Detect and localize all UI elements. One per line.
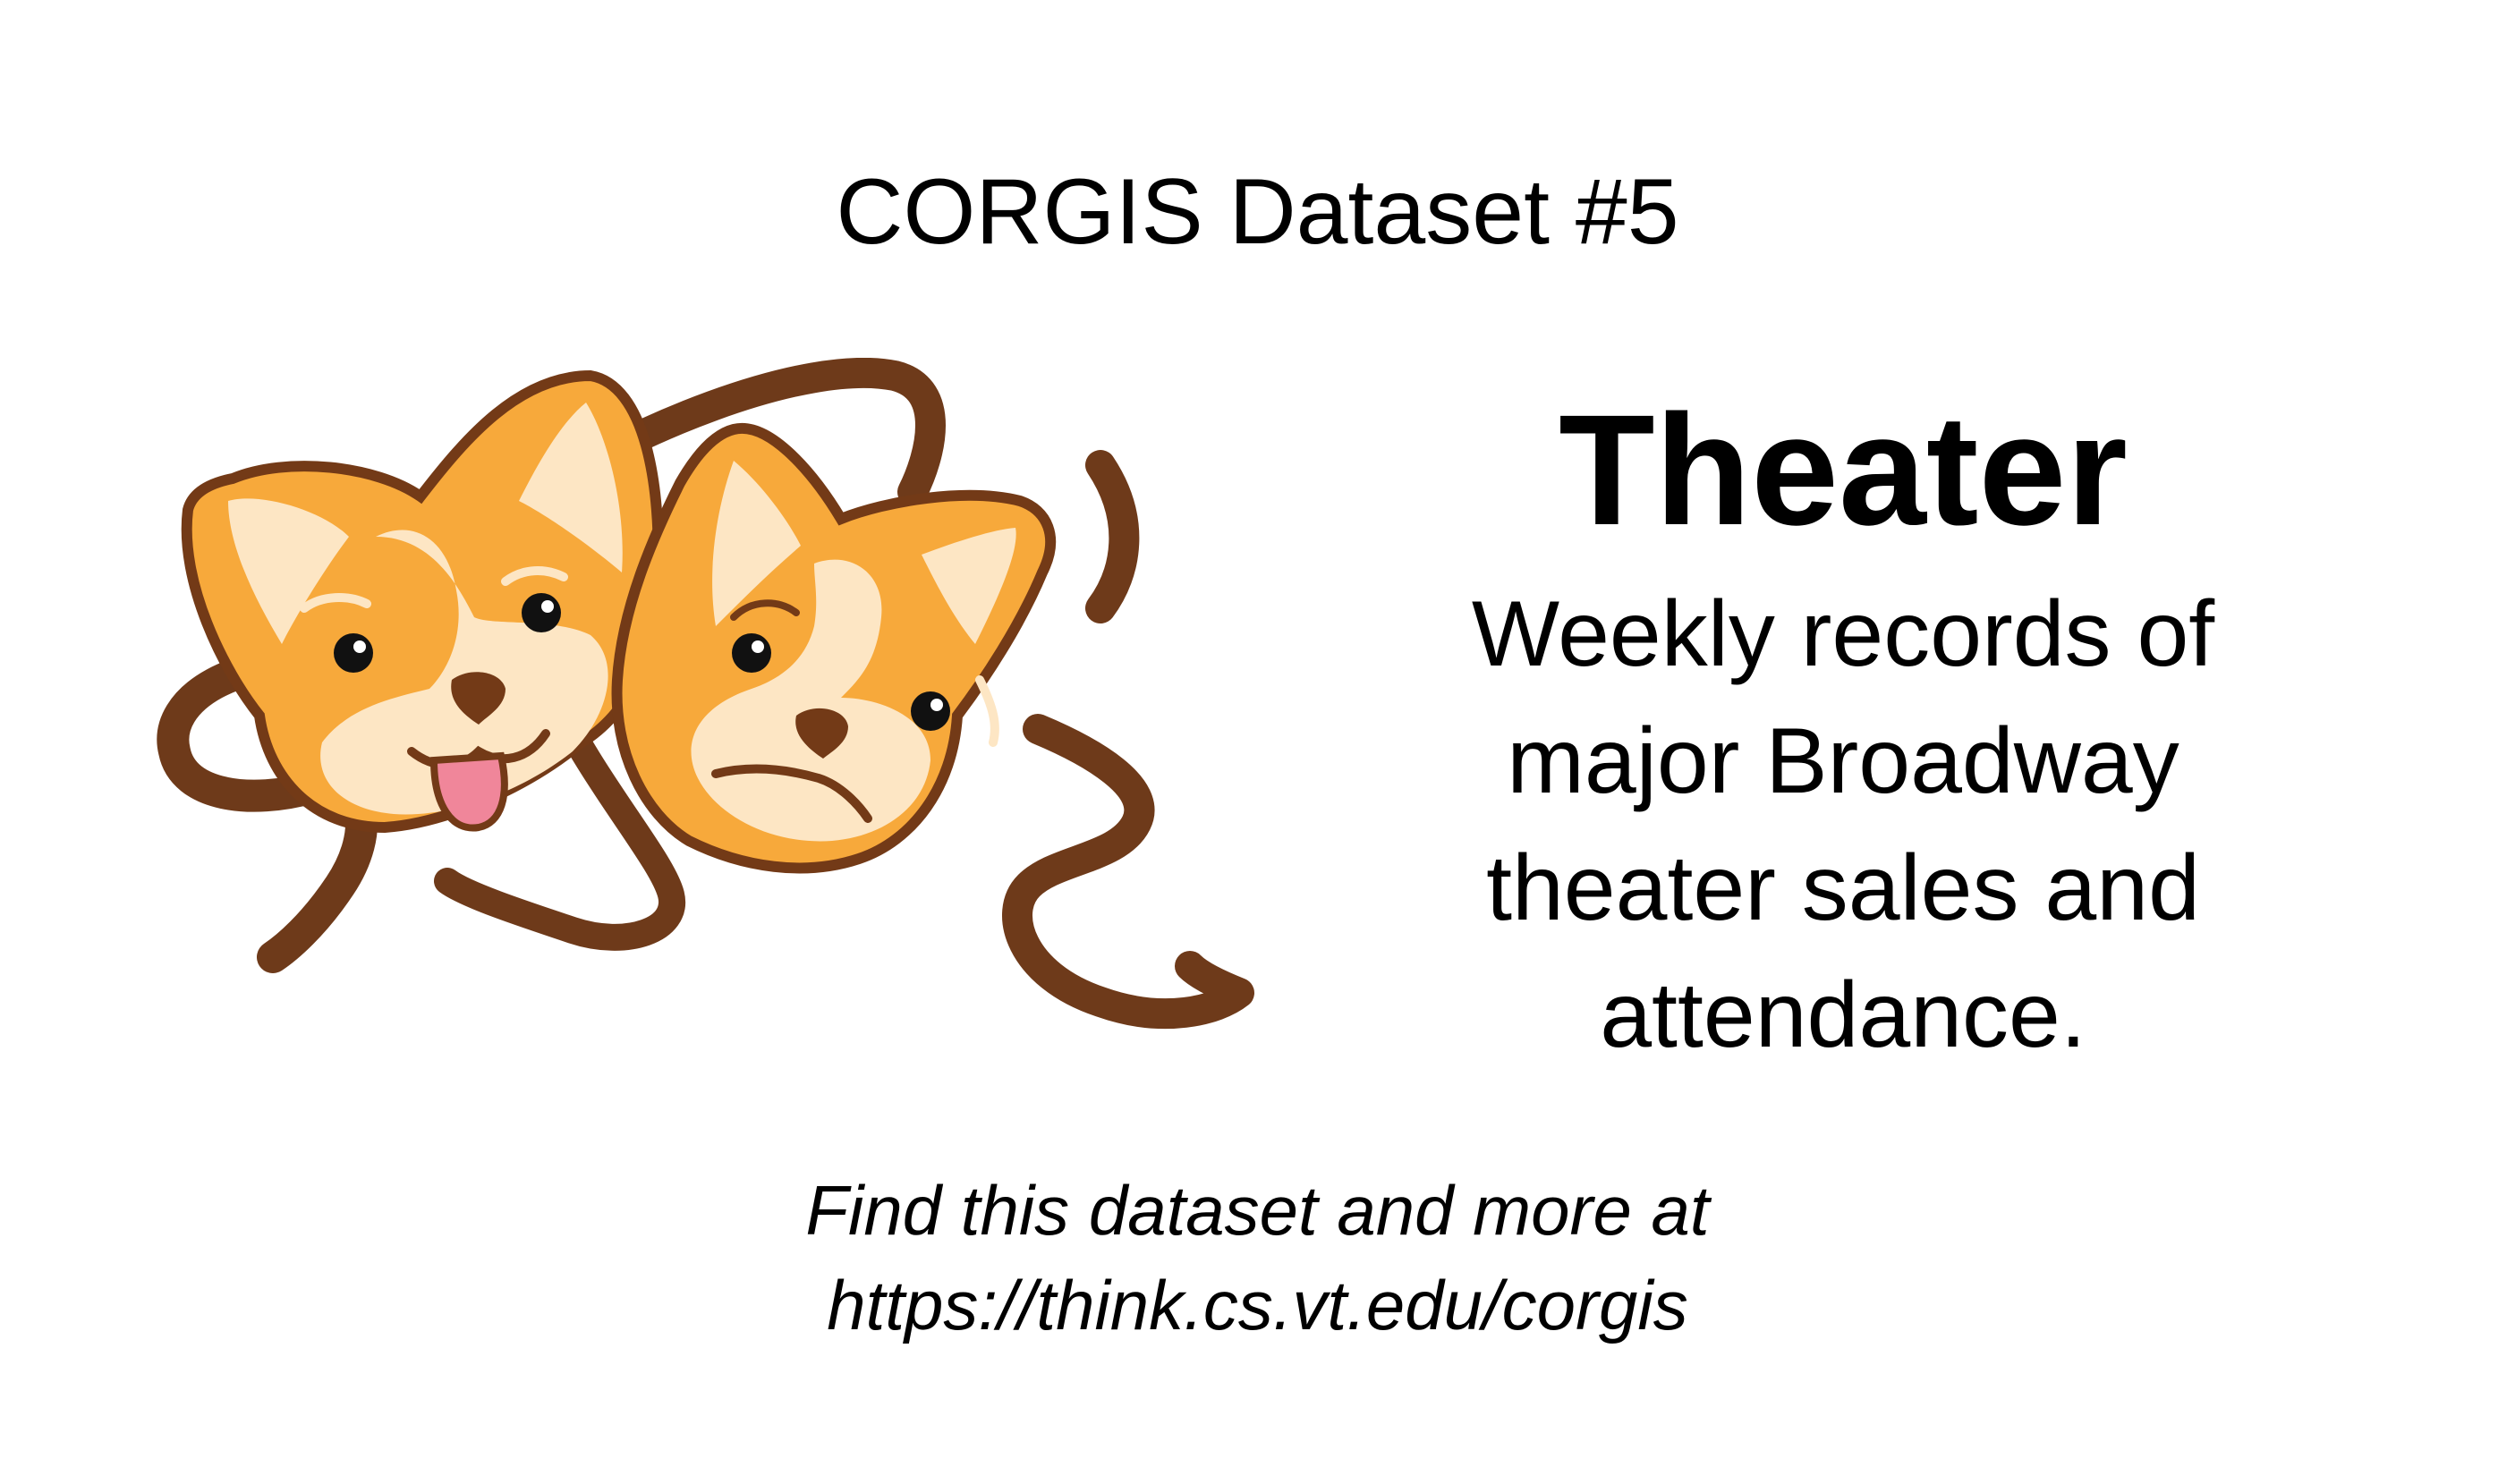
corgi-theater-masks-icon — [125, 357, 1270, 1056]
dataset-title: Theater — [1559, 383, 2128, 558]
description-line: major Broadway — [1507, 708, 2179, 813]
footer-line: Find this dataset and more at — [805, 1171, 1710, 1250]
dataset-description: Weekly records of major Broadway theater… — [1396, 571, 2290, 1079]
corgis-url-link[interactable]: https://think.cs.vt.edu/corgis — [0, 1258, 2515, 1353]
footer-note: Find this dataset and more at https://th… — [0, 1163, 2515, 1353]
title-block: Theater Weekly records of major Broadway… — [1396, 383, 2290, 1079]
dataset-header: CORGIS Dataset #5 — [836, 160, 1679, 264]
corgi-masks-svg — [157, 357, 1254, 1030]
description-line: Weekly records of — [1471, 581, 2215, 686]
description-line: theater sales and — [1486, 835, 2200, 940]
description-line: attendance. — [1600, 962, 2086, 1067]
sad-corgi-icon — [611, 422, 1056, 874]
